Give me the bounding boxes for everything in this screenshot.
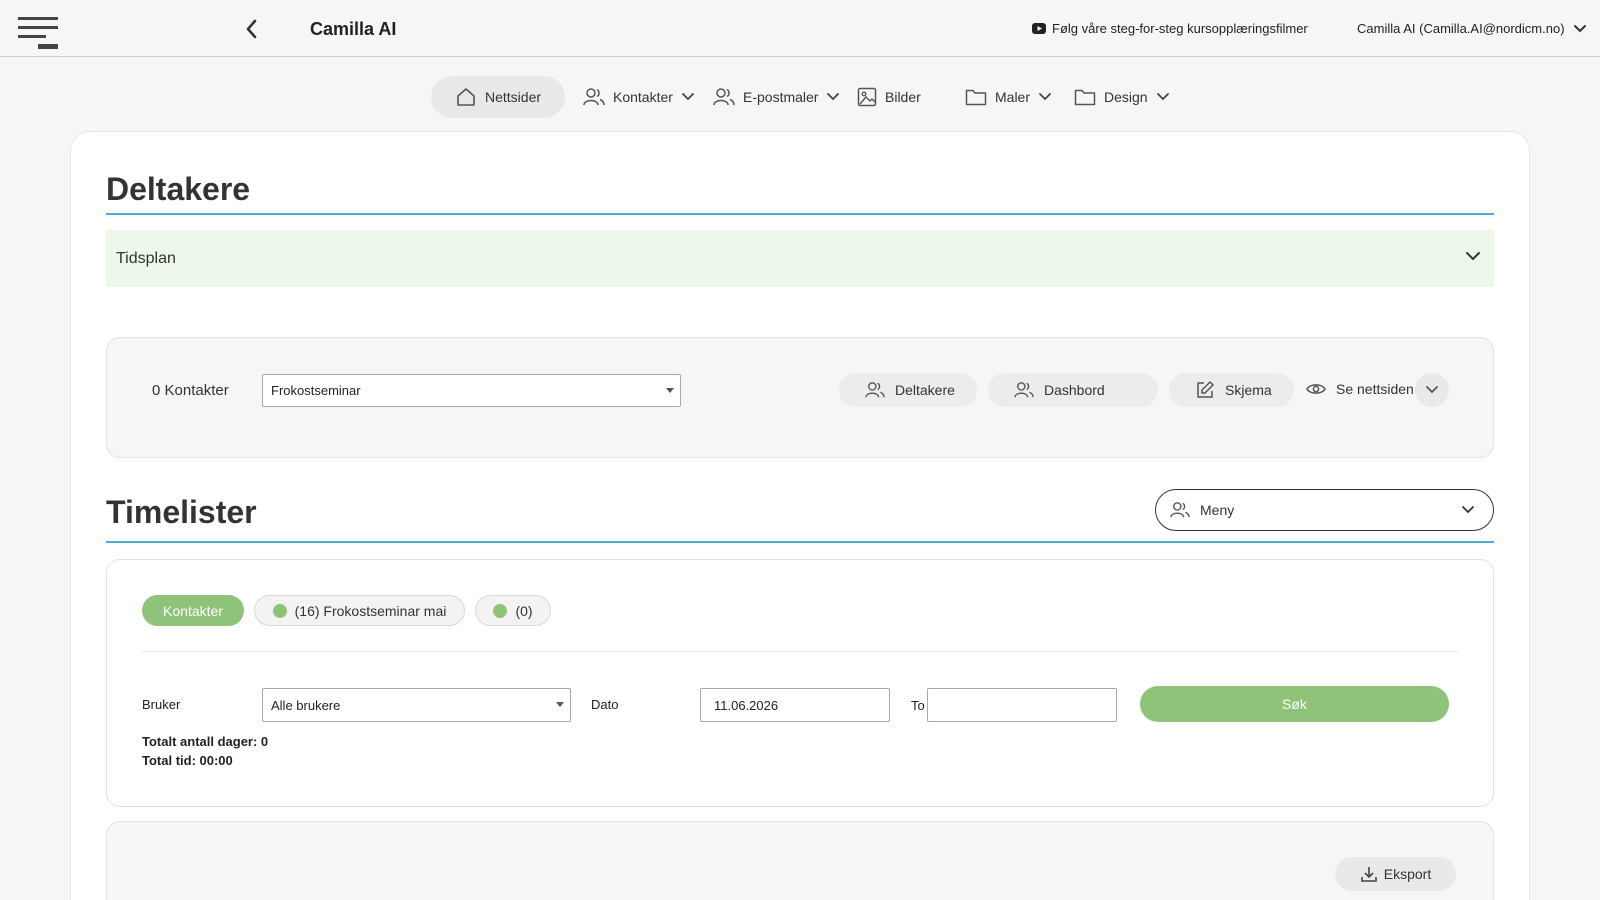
total-time: Total tid: 00:00 [142,753,233,768]
nav-label: Bilder [885,89,921,105]
nav-kontakter[interactable]: Kontakter [583,76,695,118]
eye-icon [1306,382,1326,396]
meny-label: Meny [1200,502,1235,518]
tab-empty[interactable]: (0) [475,595,551,626]
user-select[interactable]: Alle brukere [262,688,571,722]
chevron-down-icon [1156,92,1170,102]
user-name: Camilla AI (Camilla.AI@nordicm.no) [1357,21,1565,36]
dropdown-arrow-icon [556,702,564,707]
search-button[interactable]: Søk [1140,686,1449,722]
home-icon [455,86,477,108]
app-title: Camilla AI [310,19,397,39]
divider [142,651,1458,652]
dashbord-button[interactable]: Dashbord [988,373,1158,407]
tutorial-videos-link[interactable]: Følg våre steg-for-steg kursopplæringsfi… [1032,21,1308,36]
folder-icon [1074,88,1096,106]
youtube-icon [1032,23,1046,34]
bruker-label: Bruker [142,697,181,712]
section-heading-timelister: Timelister [106,494,257,530]
to-label: To [911,698,925,713]
nav-e-postmaler[interactable]: E-postmaler [713,76,840,118]
total-days: Totalt antall dager: 0 [142,734,269,749]
back-arrow-icon[interactable] [242,18,262,40]
nav-design[interactable]: Design [1074,76,1170,118]
chevron-down-icon [1573,24,1587,34]
nav-label: Kontakter [613,89,673,105]
image-icon [857,87,877,107]
contacts-count: 0 Kontakter [152,382,229,399]
users-icon [1014,381,1034,399]
nav-maler[interactable]: Maler [965,76,1052,118]
status-dot [493,603,508,618]
event-select[interactable]: Frokostseminar [262,374,681,407]
button-label: Deltakere [895,382,955,398]
date-to-input[interactable] [927,688,1117,722]
download-icon [1360,865,1378,883]
chevron-down-icon [826,92,840,102]
nav-label: E-postmaler [743,89,819,105]
folder-icon [965,88,987,106]
view-website-link[interactable]: Se nettsiden [1306,381,1414,397]
button-label: Skjema [1225,382,1272,398]
more-options-button[interactable] [1415,373,1449,407]
chevron-down-icon [681,92,695,102]
top-bar: Camilla AI Følg våre steg-for-steg kurso… [0,0,1600,57]
users-icon [583,87,605,107]
nav-bilder[interactable]: Bilder [857,76,921,118]
tab-frokostseminar-mai[interactable]: (16) Frokostseminar mai [254,595,465,626]
users-icon [865,381,885,399]
section-heading-deltakere: Deltakere [106,171,251,207]
status-dot [272,603,287,618]
chevron-down-icon [1461,505,1475,515]
dropdown-arrow-icon [666,387,674,393]
chevron-down-icon [1038,92,1052,102]
user-select-value: Alle brukere [271,697,341,713]
deltakere-button[interactable]: Deltakere [839,373,977,407]
nav-nettsider[interactable]: Nettsider [431,76,566,118]
nav-label: Nettsider [485,89,542,105]
nav-label: Design [1104,89,1148,105]
tidsplan-label: Tidsplan [116,249,176,267]
dato-label: Dato [591,697,619,712]
export-button[interactable]: Eksport [1335,857,1456,891]
tutorial-link-label: Følg våre steg-for-steg kursopplæringsfi… [1052,21,1308,36]
users-icon [713,87,735,107]
date-from-input[interactable] [700,688,890,722]
skjema-button[interactable]: Skjema [1169,373,1294,407]
results-panel [106,821,1494,900]
tab-label: (16) Frokostseminar mai [294,602,447,619]
event-select-value: Frokostseminar [271,383,361,398]
edit-icon [1195,380,1215,400]
heading-divider [106,213,1494,215]
tidsplan-accordion[interactable]: Tidsplan [106,230,1494,287]
tab-label: (0) [515,602,533,619]
menu-icon[interactable] [18,17,60,53]
chevron-down-icon [1464,250,1482,262]
heading-divider [106,541,1494,543]
tab-label: Kontakter [163,602,223,619]
meny-dropdown[interactable]: Meny [1155,489,1494,531]
nav-label: Maler [995,89,1031,105]
view-website-label: Se nettsiden [1336,381,1414,397]
chevron-down-icon [1425,385,1439,395]
button-label: Dashbord [1044,382,1105,398]
user-menu[interactable]: Camilla AI (Camilla.AI@nordicm.no) [1357,21,1587,36]
export-label: Eksport [1383,866,1432,882]
tab-kontakter[interactable]: Kontakter [142,595,244,626]
users-icon [1170,501,1190,519]
